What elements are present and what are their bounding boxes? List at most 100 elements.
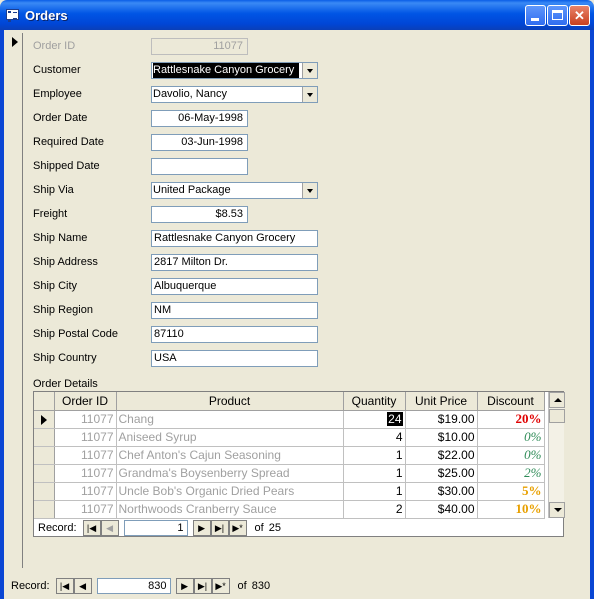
cell-unit-price[interactable]: $10.00 [405,428,478,447]
subform-record-navigator: Record: |◀ ◀ 1 ▶ ▶| ▶* of 25 [38,519,281,537]
table-row[interactable]: 11077 Northwoods Cranberry Sauce 2 $40.00 10… [34,500,545,519]
col-header-order-id[interactable]: Order ID [54,392,117,411]
subform-record-number-input[interactable]: 1 [123,520,188,536]
order-date-field[interactable]: 06-May-1998 [151,110,248,127]
main-new-record-icon[interactable]: ▶* [211,578,230,594]
employee-combo[interactable]: Davolio, Nancy [151,86,318,103]
main-record-total: 830 [251,580,271,592]
ship-via-label: Ship Via [33,184,74,196]
table-row[interactable]: 11077 Aniseed Syrup 4 $10.00 0% [34,428,545,447]
customer-combo[interactable]: Rattlesnake Canyon Grocery [151,62,318,79]
scroll-up-icon[interactable] [549,392,565,408]
row-selector[interactable] [34,482,55,501]
main-first-record-icon[interactable]: |◀ [55,578,74,594]
required-date-field[interactable]: 03-Jun-1998 [151,134,248,151]
cell-order-id[interactable]: 11077 [54,428,117,447]
cell-order-id[interactable]: 11077 [54,464,117,483]
col-header-unit-price[interactable]: Unit Price [405,392,478,411]
ship-postal-code-field[interactable]: 87110 [151,326,318,343]
ship-name-field[interactable]: Rattlesnake Canyon Grocery [151,230,318,247]
cell-product[interactable]: Uncle Bob's Organic Dried Pears [116,482,344,501]
cell-discount[interactable]: 0% [477,446,545,465]
ship-region-field[interactable]: NM [151,302,318,319]
cell-product[interactable]: Chef Anton's Cajun Seasoning [116,446,344,465]
main-of-label: of [237,580,247,592]
ship-name-label: Ship Name [33,232,88,244]
ship-city-field[interactable]: Albuquerque [151,278,318,295]
ship-region-label: Ship Region [33,304,93,316]
cell-quantity[interactable]: 24 [343,410,406,429]
cell-order-id[interactable]: 11077 [54,446,117,465]
shipped-date-field[interactable] [151,158,248,175]
cell-unit-price[interactable]: $25.00 [405,464,478,483]
cell-order-id[interactable]: 11077 [54,500,117,519]
cell-product[interactable]: Grandma's Boysenberry Spread [116,464,344,483]
cell-unit-price[interactable]: $30.00 [405,482,478,501]
minimize-button[interactable] [525,5,546,26]
table-row[interactable]: 11077 Chef Anton's Cajun Seasoning 1 $22.00… [34,446,545,465]
main-last-record-icon[interactable]: ▶| [193,578,212,594]
cell-quantity[interactable]: 1 [343,482,406,501]
ship-country-label: Ship Country [33,352,97,364]
cell-unit-price[interactable]: $22.00 [405,446,478,465]
cell-discount[interactable]: 0% [477,428,545,447]
col-header-quantity[interactable]: Quantity [343,392,406,411]
row-selector[interactable] [34,410,55,429]
subform-record-label: Record: [38,522,77,534]
cell-product[interactable]: Northwoods Cranberry Sauce [116,500,344,519]
cell-order-id[interactable]: 11077 [54,410,117,429]
header-selector[interactable] [34,392,55,411]
freight-field[interactable]: $8.53 [151,206,248,223]
cell-product[interactable]: Chang [116,410,344,429]
cell-quantity[interactable]: 1 [343,464,406,483]
cell-product[interactable]: Aniseed Syrup [116,428,344,447]
main-next-record-icon[interactable]: ▶ [175,578,194,594]
close-button[interactable]: ✕ [569,5,590,26]
cell-quantity[interactable]: 1 [343,446,406,465]
col-header-product[interactable]: Product [116,392,344,411]
col-header-discount[interactable]: Discount [477,392,545,411]
first-record-icon[interactable]: |◀ [82,520,101,536]
row-selector[interactable] [34,446,55,465]
grid-vertical-scrollbar[interactable] [548,392,565,518]
cell-unit-price[interactable]: $19.00 [405,410,478,429]
cell-discount[interactable]: 2% [477,464,545,483]
row-selector[interactable] [34,500,55,519]
scroll-thumb[interactable] [549,409,565,423]
ship-via-value: United Package [153,184,231,196]
cell-quantity[interactable]: 2 [343,500,406,519]
customer-dropdown-icon[interactable] [302,63,317,78]
cell-discount[interactable]: 20% [477,410,545,429]
main-record-number-input[interactable]: 830 [96,578,171,594]
record-selector[interactable] [7,33,23,568]
table-row[interactable]: 11077 Grandma's Boysenberry Spread 1 $25.00… [34,464,545,483]
cell-quantity[interactable]: 4 [343,428,406,447]
header-row: Order ID Product Quantity Unit Price Dis… [34,392,545,411]
previous-record-icon[interactable]: ◀ [100,520,119,536]
cell-discount[interactable]: 10% [477,500,545,519]
new-record-icon[interactable]: ▶* [228,520,247,536]
quantity-selected-text: 24 [387,412,403,426]
ship-via-dropdown-icon[interactable] [302,183,317,198]
main-record-navigator: Record: |◀ ◀ 830 ▶ ▶| ▶* of 830 [11,577,270,595]
employee-dropdown-icon[interactable] [302,87,317,102]
freight-label: Freight [33,208,68,220]
next-record-icon[interactable]: ▶ [192,520,211,536]
row-selector[interactable] [34,464,55,483]
order-details-table: Order ID Product Quantity Unit Price Dis… [34,392,545,519]
main-previous-record-icon[interactable]: ◀ [73,578,92,594]
table-row[interactable]: 11077 Chang 24 $19.00 20% [34,410,545,429]
table-row[interactable]: 11077 Uncle Bob's Organic Dried Pears 1 $30… [34,482,545,501]
ship-via-combo[interactable]: United Package [151,182,318,199]
last-record-icon[interactable]: ▶| [210,520,229,536]
cell-order-id[interactable]: 11077 [54,482,117,501]
order-details-title: Order Details [33,378,98,390]
maximize-button[interactable] [547,5,568,26]
row-selector[interactable] [34,428,55,447]
cell-discount[interactable]: 5% [477,482,545,501]
ship-address-field[interactable]: 2817 Milton Dr. [151,254,318,271]
cell-unit-price[interactable]: $40.00 [405,500,478,519]
ship-country-field[interactable]: USA [151,350,318,367]
scroll-down-icon[interactable] [549,502,565,518]
order-details-grid[interactable]: Order ID Product Quantity Unit Price Dis… [33,391,565,537]
